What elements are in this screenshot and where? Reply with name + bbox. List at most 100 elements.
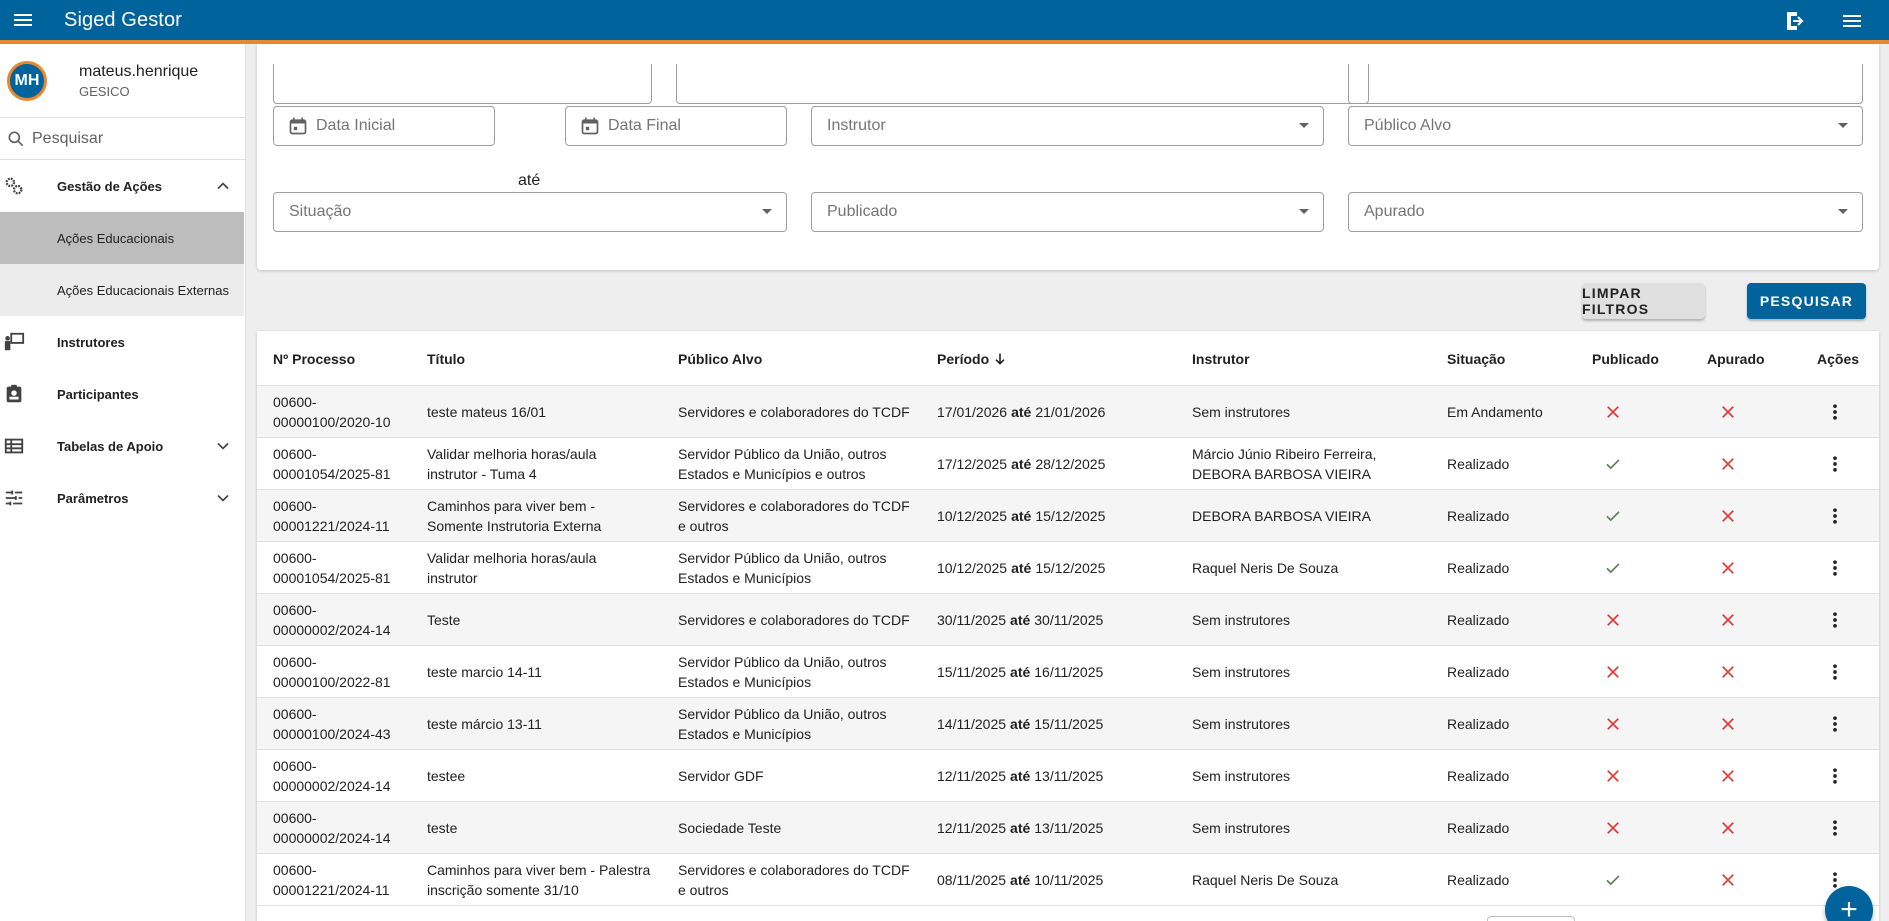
header-publicado[interactable]: Publicado: [1592, 331, 1672, 386]
header-periodo[interactable]: Período: [937, 331, 1187, 386]
titulo-cell: teste márcio 13-11: [427, 698, 672, 750]
publicado-select[interactable]: Publicado: [811, 192, 1324, 232]
sidebar-item-label: Instrutores: [57, 334, 125, 350]
sidebar-item-tabelas-apoio[interactable]: Tabelas de Apoio: [0, 420, 245, 472]
more-vert-icon[interactable]: [1817, 386, 1877, 438]
cell-line: Sem instrutores: [1192, 664, 1291, 680]
table-row[interactable]: 00600- 00000100/2020-10 teste mateus 16/01…: [257, 386, 1879, 438]
filter-field-cut[interactable]: [1348, 64, 1863, 104]
filter-field-cut[interactable]: [676, 64, 1369, 104]
more-vert-icon[interactable]: [1817, 438, 1877, 490]
table-row[interactable]: 00600- 00001054/2025-81 Validar melhoria h…: [257, 438, 1879, 490]
table-row[interactable]: 00600- 00001221/2024-11 Caminhos para vive…: [257, 854, 1879, 906]
more-vert-icon[interactable]: [1817, 750, 1877, 802]
table-row[interactable]: 00600- 00000100/2024-43 teste márcio 13-11…: [257, 698, 1879, 750]
processo-cell: 00600- 00001221/2024-11: [273, 854, 418, 906]
periodo-inicio: 30/11/2025: [937, 612, 1007, 628]
more-vert-icon[interactable]: [1817, 594, 1877, 646]
header-acoes: Ações: [1817, 350, 1860, 367]
instrutor-cell: Raquel Neris De Souza: [1192, 854, 1442, 906]
sidebar-search-input[interactable]: [32, 129, 232, 148]
periodo-ate: até: [1011, 404, 1032, 420]
sidebar-item-parametros[interactable]: Parâmetros: [0, 472, 245, 524]
cell-line: Estados e Municípios e outros: [678, 466, 866, 482]
data-final-field[interactable]: Data Final: [565, 106, 787, 146]
more-vert-icon[interactable]: [1817, 542, 1877, 594]
filter-field-cut[interactable]: [273, 64, 652, 104]
table-row[interactable]: 00600- 00000002/2024-14 teste Sociedade Tes…: [257, 802, 1879, 854]
table-row[interactable]: 00600- 00000002/2024-14 Teste Servidores e …: [257, 594, 1879, 646]
sidebar: MH mateus.henrique GESICO Gestão de Açõe…: [0, 44, 246, 921]
sidebar-item-acoes-educacionais-externas[interactable]: Ações Educacionais Externas: [0, 264, 244, 316]
header-situacao[interactable]: Situação: [1447, 331, 1577, 386]
table-row[interactable]: 00600- 00000100/2022-81 teste marcio 14-11…: [257, 646, 1879, 698]
header-processo[interactable]: Nº Processo: [273, 331, 418, 386]
publico-cell: Servidor Público da União, outros Estados…: [678, 646, 928, 698]
cell-line: 00000002/2024-14: [273, 830, 391, 846]
instrutor-cell: Márcio Júnio Ribeiro Ferreira, DEBORA BAR…: [1192, 438, 1442, 490]
periodo-cell: 12/11/2025 até 13/11/2025: [937, 802, 1187, 854]
more-vert-icon[interactable]: [1817, 646, 1877, 698]
gears-icon: [2, 174, 26, 198]
situacao-cell: Realizado: [1447, 664, 1510, 680]
periodo-cell: 14/11/2025 até 15/11/2025: [937, 698, 1187, 750]
periodo-fim: 15/12/2025: [1035, 508, 1106, 524]
header-publico-alvo[interactable]: Público Alvo: [678, 331, 928, 386]
header-titulo[interactable]: Título: [427, 331, 672, 386]
sliders-icon: [2, 486, 26, 510]
situacao-cell: Realizado: [1447, 612, 1510, 628]
header-instrutor[interactable]: Instrutor: [1192, 331, 1442, 386]
publico-cell: Servidor GDF: [678, 750, 928, 802]
periodo-fim: 28/12/2025: [1035, 456, 1106, 472]
more-vert-icon[interactable]: [1817, 490, 1877, 542]
more-vert-icon[interactable]: [1817, 802, 1877, 854]
sidebar-item-acoes-educacionais[interactable]: Ações Educacionais: [0, 212, 244, 264]
situacao-select[interactable]: Situação: [273, 192, 787, 232]
close-icon: [1707, 802, 1787, 854]
table-row[interactable]: 00600- 00001054/2025-81 Validar melhoria h…: [257, 542, 1879, 594]
close-icon: [1592, 594, 1672, 646]
sidebar-item-label: Parâmetros: [57, 490, 129, 506]
paginator-stub[interactable]: [1487, 916, 1575, 921]
data-final-placeholder: Data Final: [608, 117, 681, 134]
titulo-cell: Caminhos para viver bem - Palestra inscri…: [427, 854, 672, 906]
sidebar-item-label: Gestão de Ações: [57, 178, 163, 194]
search-button[interactable]: PESQUISAR: [1747, 283, 1866, 319]
cell-line: Sem instrutores: [1192, 768, 1291, 784]
publico-alvo-select[interactable]: Público Alvo: [1348, 106, 1863, 146]
cell-line: 00600-: [273, 758, 317, 774]
instrutor-select[interactable]: Instrutor: [811, 106, 1324, 146]
close-icon: [1707, 438, 1787, 490]
periodo-ate: até: [1010, 664, 1031, 680]
titulo-cell: Teste: [427, 594, 672, 646]
processo-cell: 00600- 00001054/2025-81: [273, 542, 418, 594]
cell-line: Estados e Municípios: [678, 674, 812, 690]
sidebar-item-participantes[interactable]: Participantes: [0, 368, 245, 420]
publico-cell: Servidores e colaboradores do TCDF: [678, 594, 928, 646]
periodo-cell: 08/11/2025 até 10/11/2025: [937, 854, 1187, 906]
close-icon: [1592, 802, 1672, 854]
sidebar-item-instrutores[interactable]: Instrutores: [0, 316, 245, 368]
cell-line: Sem instrutores: [1192, 820, 1291, 836]
cell-line: Raquel Neris De Souza: [1192, 872, 1339, 888]
table-row[interactable]: 00600- 00000002/2024-14 testee Servidor GDF…: [257, 750, 1879, 802]
cell-line: Somente Instrutoria Externa: [427, 518, 602, 534]
apurado-select[interactable]: Apurado: [1348, 192, 1863, 232]
logout-icon[interactable]: [1779, 4, 1813, 38]
calendar-icon: [288, 116, 308, 136]
app-bar: Siged Gestor: [0, 0, 1889, 44]
dropdown-arrow-icon: [1299, 123, 1309, 128]
periodo-ate: até: [1011, 508, 1032, 524]
menu-icon[interactable]: [4, 1, 42, 39]
sidebar-item-gestao-acoes[interactable]: Gestão de Ações: [0, 160, 245, 212]
cell-line: 00600-: [273, 602, 317, 618]
more-menu-icon[interactable]: [1835, 4, 1869, 38]
cell-line: Servidores e colaboradores do TCDF: [678, 498, 910, 514]
data-inicial-field[interactable]: Data Inicial: [273, 106, 495, 146]
more-vert-icon[interactable]: [1817, 698, 1877, 750]
table-row[interactable]: 00600- 00001221/2024-11 Caminhos para vive…: [257, 490, 1879, 542]
check-icon: [1592, 854, 1672, 906]
situacao-cell: Realizado: [1447, 508, 1510, 524]
clear-filters-button[interactable]: LIMPAR FILTROS: [1582, 283, 1705, 319]
cell-line: Validar melhoria horas/aula: [427, 550, 597, 566]
